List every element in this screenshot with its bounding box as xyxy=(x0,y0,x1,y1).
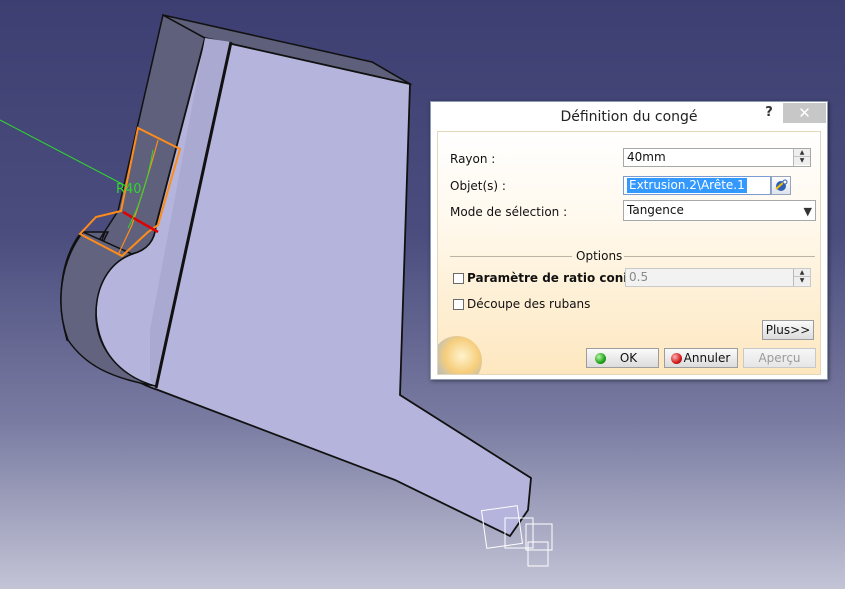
conic-ratio-spinner[interactable]: ▲ ▼ xyxy=(793,269,810,286)
options-group-title: Options xyxy=(576,249,623,263)
conic-ratio-input[interactable]: 0.5 ▲ ▼ xyxy=(625,268,811,287)
ok-icon xyxy=(595,353,606,364)
ribbon-trim-label: Découpe des rubans xyxy=(467,297,591,311)
dialog-client-area: Rayon : 40mm ▲ ▼ Objet(s) : Extrusion.2\A… xyxy=(437,131,821,375)
close-button[interactable]: ✕ xyxy=(783,103,826,123)
conic-ratio-value: 0.5 xyxy=(629,270,649,284)
options-divider-right xyxy=(624,256,815,257)
preview-button[interactable]: Aperçu xyxy=(743,348,816,368)
objects-input[interactable]: Extrusion.2\Arête.1 xyxy=(623,176,771,195)
selection-mode-value: Tangence xyxy=(627,203,684,217)
chevron-down-icon: ▼ xyxy=(803,205,812,218)
objects-value: Extrusion.2\Arête.1 xyxy=(627,178,747,193)
cancel-icon xyxy=(671,353,682,364)
selection-mode-select[interactable]: Tangence ▼ xyxy=(623,200,816,221)
objects-label: Objet(s) : xyxy=(450,179,506,193)
radius-value: 40mm xyxy=(627,150,666,164)
catia-logo-icon xyxy=(438,336,482,374)
ribbon-trim-checkbox[interactable] xyxy=(453,299,464,310)
edge-selector-button[interactable] xyxy=(771,176,791,195)
radius-input[interactable]: 40mm ▲ ▼ xyxy=(623,148,811,167)
ok-button[interactable]: OK xyxy=(586,348,659,368)
help-button[interactable]: ? xyxy=(761,105,777,121)
radius-dimension-label[interactable]: R40 xyxy=(116,182,142,197)
ok-label: OK xyxy=(619,351,638,365)
radius-spinner[interactable]: ▲ ▼ xyxy=(793,149,810,166)
radius-label: Rayon : xyxy=(450,152,496,166)
conic-ratio-checkbox[interactable] xyxy=(453,273,464,284)
selection-mode-label: Mode de sélection : xyxy=(450,205,568,219)
more-button[interactable]: Plus>> xyxy=(762,320,814,340)
options-divider-left xyxy=(450,256,572,257)
cancel-button[interactable]: Annuler xyxy=(664,348,738,368)
fillet-definition-dialog: Définition du congé ? ✕ Rayon : 40mm ▲ ▼ … xyxy=(430,101,828,380)
dialog-titlebar[interactable]: Définition du congé ? ✕ xyxy=(431,102,827,130)
edge-selection-icon xyxy=(775,179,788,191)
